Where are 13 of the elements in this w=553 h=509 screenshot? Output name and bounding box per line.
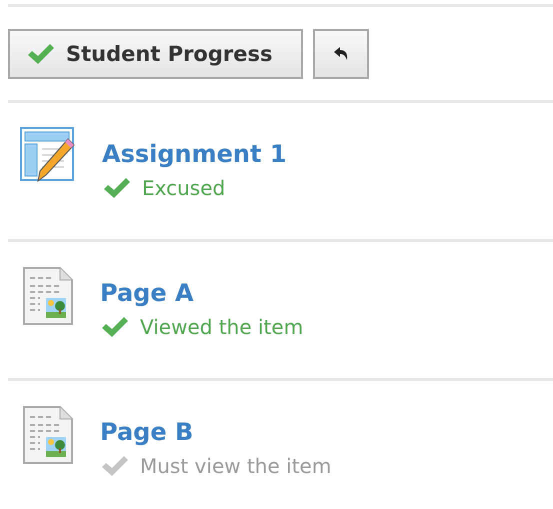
status-text: Excused: [142, 176, 226, 200]
status-text: Must view the item: [140, 454, 332, 478]
student-progress-button[interactable]: Student Progress: [8, 29, 303, 79]
document-image-icon: [22, 266, 74, 326]
item-title-link[interactable]: Page B: [100, 418, 332, 446]
status-text: Viewed the item: [140, 315, 304, 339]
item-title-link[interactable]: Page A: [100, 279, 304, 307]
undo-icon: [333, 46, 349, 62]
check-icon: [26, 42, 56, 66]
undo-button[interactable]: [313, 29, 369, 79]
document-image-icon: [22, 405, 74, 465]
assignment-pencil-icon: [20, 127, 76, 185]
item-title-link[interactable]: Assignment 1: [102, 140, 287, 168]
